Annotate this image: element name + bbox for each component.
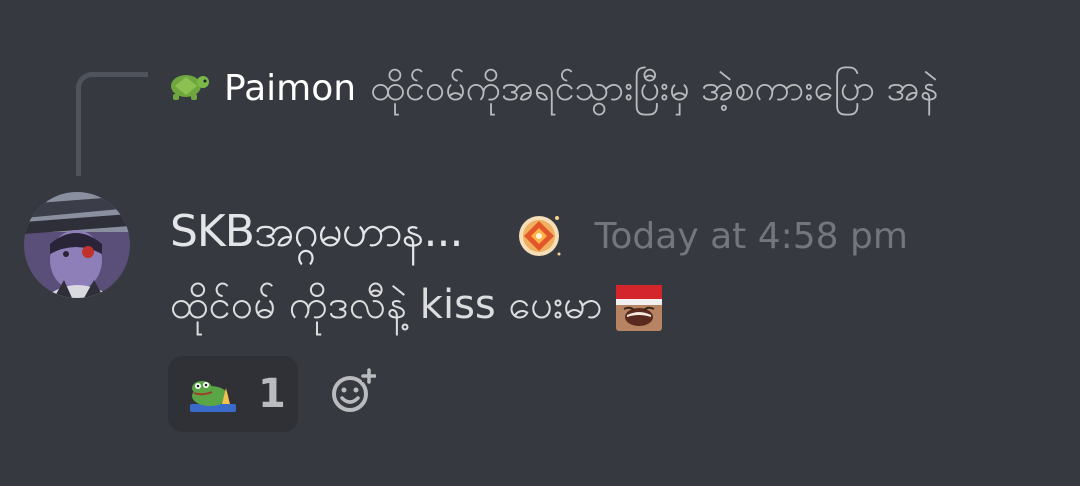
timestamp: Today at 4:58 pm xyxy=(594,215,908,257)
reaction-pill[interactable]: 1 xyxy=(168,356,298,432)
praying-pepe-emoji-icon xyxy=(188,374,238,414)
reaction-count: 1 xyxy=(258,371,286,417)
username[interactable]: SKBအဂ္ဂမဟာန... xyxy=(170,204,464,268)
message-content: ထိုင်ဝမ် ကိုဒလီနဲ့ kiss ပေးမာ xyxy=(170,276,663,340)
reply-preview[interactable]: Paimon ထိုင်ဝမ်ကိုအရင်သွားပြီးမှ အဲ့စကားပ… xyxy=(166,58,1046,120)
orange-diamond-badge-icon[interactable] xyxy=(513,210,565,262)
message-header: SKBအဂ္ဂမဟာန... Today at 4:58 pm xyxy=(170,204,908,268)
reply-text: ထိုင်ဝမ်ကိုအရင်သွားပြီးမှ အဲ့စကားပြော အန… xyxy=(370,68,939,109)
chat-message-view: Paimon ထိုင်ဝမ်ကိုအရင်သွားပြီးမှ အဲ့စကားပ… xyxy=(0,0,1080,486)
turtle-emoji-icon xyxy=(166,62,210,100)
add-reaction-icon[interactable] xyxy=(328,368,377,416)
message-text: ထိုင်ဝမ် ကိုဒလီနဲ့ kiss ပေးမာ xyxy=(170,281,603,328)
laughing-santa-hat-emoji-icon[interactable] xyxy=(616,285,663,331)
reply-author[interactable]: Paimon xyxy=(224,68,356,109)
reply-connector-line xyxy=(76,72,148,176)
avatar[interactable] xyxy=(24,192,130,298)
